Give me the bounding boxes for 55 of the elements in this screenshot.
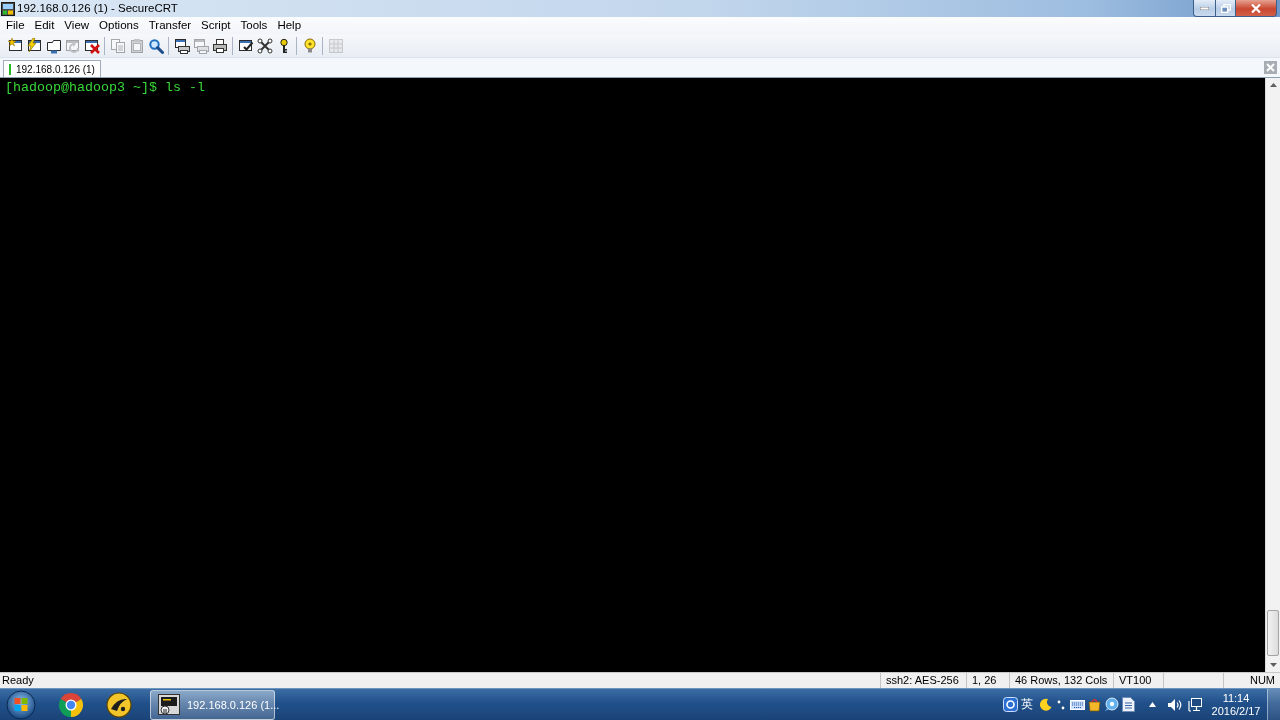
menu-item[interactable]: Help [272, 17, 307, 34]
moon-icon [1038, 698, 1052, 711]
scrollbar-thumb[interactable] [1267, 610, 1279, 656]
printer-icon [211, 37, 228, 54]
search-icon [147, 37, 164, 54]
close-button[interactable] [1235, 0, 1277, 17]
speech-bubble-icon [1104, 697, 1119, 712]
document-icon [1121, 697, 1135, 712]
session-tab[interactable]: 192.168.0.126 (1) [3, 60, 101, 77]
toolbar-button[interactable] [255, 35, 274, 56]
punctuation-icon [1057, 699, 1065, 710]
show-desktop-button[interactable] [1267, 689, 1280, 720]
start-orb-icon [6, 689, 36, 720]
clock-button[interactable]: 11:14 2016/2/17 [1210, 689, 1262, 720]
ime-mode-button[interactable]: 英 [1019, 693, 1035, 716]
crossed-tools-icon [256, 37, 273, 54]
menu-item[interactable]: View [59, 17, 95, 34]
terminal[interactable]: [hadoop@hadoop3 ~]$ ls -l [0, 78, 1265, 672]
restore-icon [1220, 3, 1231, 13]
terminal-lock-icon [157, 692, 181, 717]
menu-item[interactable]: Script [196, 17, 236, 34]
window-x-icon [83, 37, 100, 54]
window-bolt-icon [26, 37, 43, 54]
menu-item[interactable]: Options [94, 17, 144, 34]
network-icon [1188, 697, 1203, 712]
menu-item[interactable]: Tools [235, 17, 273, 34]
clipboard-icon [128, 37, 145, 54]
disc-logo-icon [106, 691, 132, 718]
keyboard-icon [1070, 699, 1085, 710]
browser-logo-icon [58, 691, 84, 718]
window-tab-icon [45, 37, 62, 54]
minimize-button[interactable] [1193, 0, 1216, 17]
speaker-icon [1167, 697, 1182, 712]
window-printer-icon [192, 37, 209, 54]
caret-up-icon [1148, 702, 1156, 707]
menu-item[interactable]: Transfer [143, 17, 197, 34]
status-message: Ready [1, 673, 35, 688]
terminal-app-icon [1, 1, 15, 16]
restore-button[interactable] [1215, 0, 1236, 17]
window-grid-icon [327, 37, 344, 54]
copy-icon [109, 37, 126, 54]
input-method-icon [1003, 697, 1018, 712]
close-icon [1251, 3, 1261, 13]
close-icon [1266, 63, 1275, 72]
window-title: 192.168.0.126 (1) - SecureCRT [17, 1, 178, 16]
menu-item[interactable]: Edit [29, 17, 60, 34]
minimize-icon [1200, 6, 1209, 10]
menu-item[interactable]: File [1, 17, 30, 34]
terminal-line: [hadoop@hadoop3 ~]$ ls -l [5, 80, 206, 96]
caret-up-icon [1269, 83, 1277, 87]
window-check-icon [237, 37, 254, 54]
lightbulb-icon [301, 37, 318, 54]
bag-icon [1087, 697, 1102, 712]
window-printer-icon [173, 37, 190, 54]
caret-down-icon [1269, 663, 1277, 667]
